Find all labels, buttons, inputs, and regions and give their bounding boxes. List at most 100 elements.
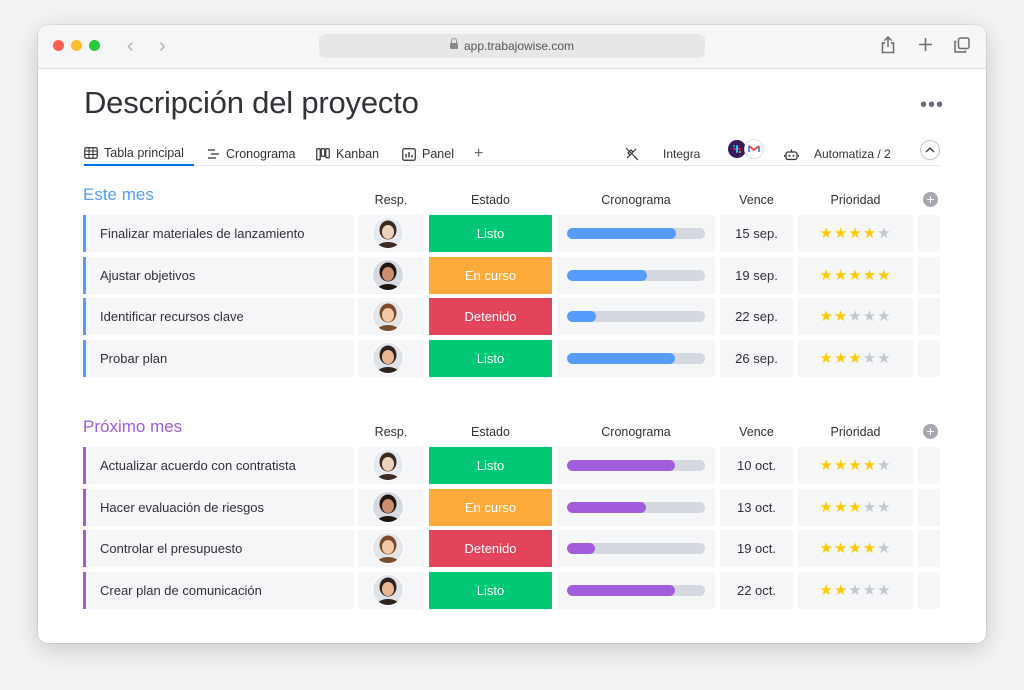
star-filled-icon[interactable]: ★ [834, 582, 848, 599]
star-filled-icon[interactable]: ★ [834, 457, 848, 474]
avatar[interactable] [373, 533, 403, 563]
priority-rating[interactable]: ★★★★★ [798, 215, 913, 252]
star-empty-icon[interactable]: ★ [877, 225, 891, 242]
person-cell[interactable] [358, 257, 424, 294]
star-filled-icon[interactable]: ★ [834, 499, 848, 516]
star-filled-icon[interactable]: ★ [863, 457, 877, 474]
star-filled-icon[interactable]: ★ [819, 540, 833, 557]
timeline-cell[interactable] [557, 447, 715, 484]
item-name-cell[interactable]: Ajustar objetivos [83, 257, 354, 294]
tabs-overview-icon[interactable] [954, 37, 970, 58]
status-label[interactable]: Detenido [429, 530, 552, 567]
collapse-header-button[interactable] [920, 140, 940, 160]
automation-icon[interactable] [784, 142, 799, 166]
status-label[interactable]: En curso [429, 257, 552, 294]
timeline-cell[interactable] [557, 257, 715, 294]
due-date[interactable]: 19 oct. [720, 530, 793, 567]
person-cell[interactable] [358, 447, 424, 484]
star-filled-icon[interactable]: ★ [848, 267, 862, 284]
new-tab-icon[interactable] [918, 37, 933, 57]
automate-button[interactable]: Automatiza / 2 [814, 142, 891, 166]
add-view-button[interactable]: + [474, 142, 483, 166]
priority-rating[interactable]: ★★★★★ [798, 340, 913, 377]
star-filled-icon[interactable]: ★ [819, 225, 833, 242]
address-bar[interactable]: app.trabajowise.com [319, 34, 705, 58]
status-label[interactable]: Detenido [429, 298, 552, 335]
add-column-button[interactable]: + [923, 192, 938, 207]
status-label[interactable]: Listo [429, 215, 552, 252]
item-name-cell[interactable]: Identificar recursos clave [83, 298, 354, 335]
avatar[interactable] [373, 575, 403, 605]
star-filled-icon[interactable]: ★ [863, 267, 877, 284]
share-icon[interactable] [881, 35, 895, 59]
timeline-cell[interactable] [557, 298, 715, 335]
star-filled-icon[interactable]: ★ [819, 350, 833, 367]
priority-rating[interactable]: ★★★★★ [798, 257, 913, 294]
item-name-cell[interactable]: Hacer evaluación de riesgos [83, 489, 354, 526]
avatar[interactable] [373, 450, 403, 480]
timeline-cell[interactable] [557, 215, 715, 252]
avatar[interactable] [373, 301, 403, 331]
star-filled-icon[interactable]: ★ [834, 308, 848, 325]
item-name-cell[interactable]: Finalizar materiales de lanzamiento [83, 215, 354, 252]
priority-rating[interactable]: ★★★★★ [798, 298, 913, 335]
avatar[interactable] [373, 492, 403, 522]
avatar[interactable] [373, 218, 403, 248]
forward-icon[interactable]: › [159, 34, 166, 58]
star-filled-icon[interactable]: ★ [834, 540, 848, 557]
star-filled-icon[interactable]: ★ [834, 225, 848, 242]
star-empty-icon[interactable]: ★ [877, 499, 891, 516]
star-filled-icon[interactable]: ★ [863, 225, 877, 242]
item-name-cell[interactable]: Actualizar acuerdo con contratista [83, 447, 354, 484]
priority-rating[interactable]: ★★★★★ [798, 572, 913, 609]
star-filled-icon[interactable]: ★ [848, 457, 862, 474]
star-empty-icon[interactable]: ★ [877, 582, 891, 599]
due-date[interactable]: 26 sep. [720, 340, 793, 377]
star-filled-icon[interactable]: ★ [819, 308, 833, 325]
tab-tabla-principal[interactable]: Tabla principal [84, 142, 194, 166]
due-date[interactable]: 22 oct. [720, 572, 793, 609]
star-empty-icon[interactable]: ★ [863, 582, 877, 599]
tab-panel[interactable]: Panel [402, 142, 454, 166]
due-date[interactable]: 22 sep. [720, 298, 793, 335]
due-date[interactable]: 15 sep. [720, 215, 793, 252]
item-name-cell[interactable]: Probar plan [83, 340, 354, 377]
star-filled-icon[interactable]: ★ [819, 499, 833, 516]
avatar[interactable] [373, 343, 403, 373]
avatar[interactable] [373, 260, 403, 290]
status-label[interactable]: Listo [429, 447, 552, 484]
star-empty-icon[interactable]: ★ [848, 582, 862, 599]
integrate-icon[interactable] [625, 142, 639, 166]
star-filled-icon[interactable]: ★ [877, 267, 891, 284]
star-empty-icon[interactable]: ★ [877, 457, 891, 474]
star-empty-icon[interactable]: ★ [863, 350, 877, 367]
star-filled-icon[interactable]: ★ [848, 350, 862, 367]
star-filled-icon[interactable]: ★ [834, 267, 848, 284]
tab-cronograma[interactable]: Cronograma [207, 142, 295, 166]
timeline-cell[interactable] [557, 530, 715, 567]
item-name-cell[interactable]: Controlar el presupuesto [83, 530, 354, 567]
person-cell[interactable] [358, 489, 424, 526]
tab-kanban[interactable]: Kanban [316, 142, 379, 166]
star-filled-icon[interactable]: ★ [834, 350, 848, 367]
add-column-button[interactable]: + [923, 424, 938, 439]
minimize-window-button[interactable] [71, 40, 82, 51]
item-name-cell[interactable]: Crear plan de comunicación [83, 572, 354, 609]
person-cell[interactable] [358, 215, 424, 252]
priority-rating[interactable]: ★★★★★ [798, 447, 913, 484]
star-filled-icon[interactable]: ★ [819, 267, 833, 284]
back-icon[interactable]: ‹ [127, 34, 134, 58]
more-options-icon[interactable]: ••• [920, 95, 944, 115]
status-label[interactable]: En curso [429, 489, 552, 526]
star-empty-icon[interactable]: ★ [877, 350, 891, 367]
star-filled-icon[interactable]: ★ [819, 582, 833, 599]
timeline-cell[interactable] [557, 489, 715, 526]
timeline-cell[interactable] [557, 572, 715, 609]
person-cell[interactable] [358, 530, 424, 567]
person-cell[interactable] [358, 572, 424, 609]
timeline-cell[interactable] [557, 340, 715, 377]
integrate-button[interactable]: Integra [663, 142, 700, 166]
group-title[interactable]: Próximo mes [83, 417, 182, 437]
star-empty-icon[interactable]: ★ [848, 308, 862, 325]
due-date[interactable]: 19 sep. [720, 257, 793, 294]
